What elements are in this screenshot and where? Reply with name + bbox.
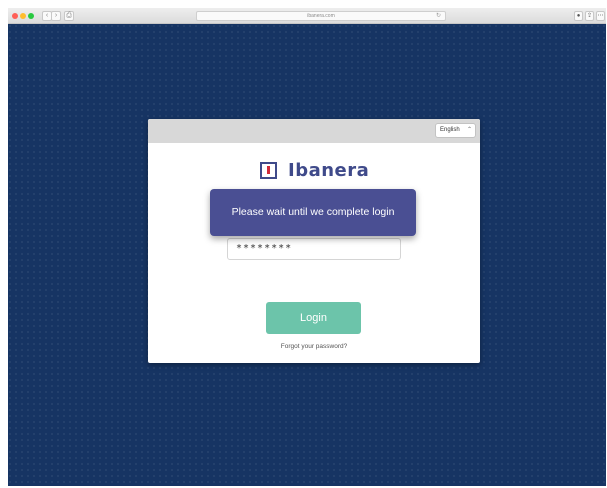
password-input[interactable]: ******** xyxy=(227,238,401,260)
login-button[interactable]: Login xyxy=(266,302,361,334)
reload-icon[interactable]: ↻ xyxy=(436,12,441,21)
language-value: English xyxy=(440,127,460,133)
sidebar-toggle-button[interactable]: ⎙ xyxy=(64,11,74,21)
language-select[interactable]: English ⌃ xyxy=(435,123,476,138)
chevron-updown-icon: ⌃ xyxy=(466,127,472,133)
extension-button[interactable]: ● xyxy=(574,11,583,21)
url-text: ibanera.com xyxy=(307,13,335,19)
forward-button[interactable]: › xyxy=(51,11,61,21)
brand-name: Ibanera xyxy=(288,159,370,181)
card-header: English ⌃ xyxy=(148,119,480,143)
tabs-button[interactable]: ⋯ xyxy=(596,11,605,21)
share-button[interactable]: ⇪ xyxy=(585,11,594,21)
logo-mark-icon xyxy=(260,161,277,179)
please-wait-toast: Please wait until we complete login xyxy=(210,189,416,236)
login-card: English ⌃ Ibanera ******** Login Forgot … xyxy=(148,119,480,363)
browser-toolbar: ‹ › ⎙ ibanera.com ↻ ● ⇪ ⋯ xyxy=(8,8,606,24)
close-window-icon[interactable] xyxy=(12,13,18,19)
forgot-password-link[interactable]: Forgot your password? xyxy=(148,343,480,350)
logo-mark-accent xyxy=(267,165,270,174)
address-bar[interactable]: ibanera.com ↻ xyxy=(196,11,446,21)
minimize-window-icon[interactable] xyxy=(20,13,26,19)
maximize-window-icon[interactable] xyxy=(28,13,34,19)
brand-logo: Ibanera xyxy=(260,159,370,181)
